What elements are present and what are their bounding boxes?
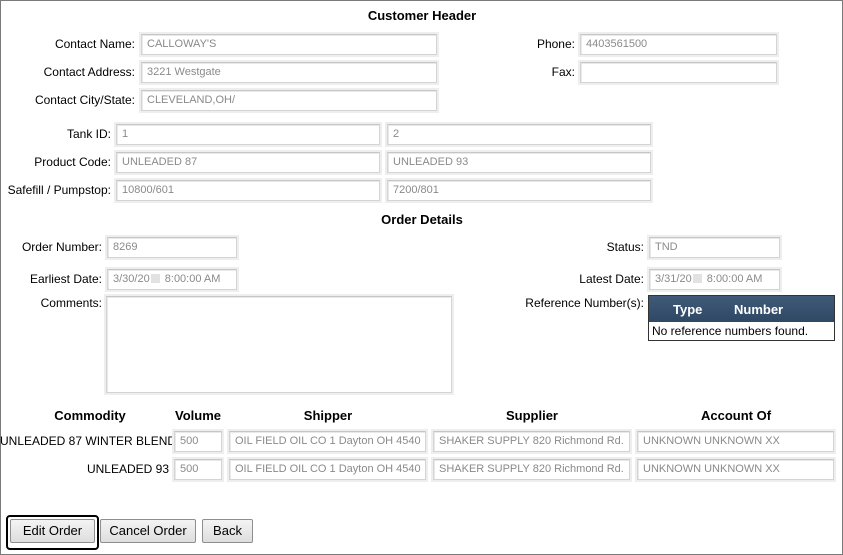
volume-row-2-field[interactable]: 500 [174,459,222,480]
contact-name-label: Contact Name: [54,37,135,51]
order-number-label: Order Number: [21,240,102,254]
contact-address-field[interactable]: 3221 Westgate [141,62,437,83]
commodity-row-1-name: UNLEADED 87 WINTER BLEND [0,434,177,448]
reference-numbers-table: Type Number No reference numbers found. [648,295,835,341]
order-details-title: Order Details [381,212,463,227]
safefill-pumpstop-label: Safefill / Pumpstop: [7,183,111,197]
product-code-1-field[interactable]: UNLEADED 87 [116,152,380,173]
volume-header: Volume [175,408,221,423]
back-button[interactable]: Back [202,519,253,543]
commodity-row-2-name: UNLEADED 93 [86,462,169,476]
account-of-row-1-field[interactable]: UNKNOWN UNKNOWN XX [637,431,834,452]
contact-city-state-field[interactable]: CLEVELAND,OH/ [141,90,437,111]
phone-field[interactable]: 4403561500 [580,34,777,55]
supplier-row-2-field[interactable]: SHAKER SUPPLY 820 Richmond Rd. [433,459,630,480]
earliest-time-value: 8:00:00 AM [164,273,221,285]
latest-date-value: 3/31/20 [655,273,692,285]
account-of-header: Account Of [700,408,772,423]
volume-row-1-field[interactable]: 500 [174,431,222,452]
latest-time-value: 8:00:00 AM [706,273,763,285]
commodity-header: Commodity [54,408,126,423]
comments-textarea[interactable] [106,296,452,393]
reference-table-header: Type Number [649,296,834,322]
supplier-header: Supplier [505,408,558,423]
earliest-date-field[interactable]: 3/30/20 8:00:00 AM [107,269,237,290]
tank-id-2-field[interactable]: 2 [387,124,651,145]
reference-table-empty: No reference numbers found. [652,324,809,338]
latest-date-label: Latest Date: [579,272,644,286]
supplier-row-1-field[interactable]: SHAKER SUPPLY 820 Richmond Rd. [433,431,630,452]
tank-id-label: Tank ID: [66,127,111,141]
masked-text [150,274,160,283]
reference-number-column[interactable]: Number [734,302,783,317]
tank-id-1-field[interactable]: 1 [116,124,380,145]
fax-field[interactable] [580,62,777,83]
shipper-row-2-field[interactable]: OIL FIELD OIL CO 1 Dayton OH 4540 [229,459,426,480]
order-number-field[interactable]: 8269 [107,237,237,258]
cancel-order-button[interactable]: Cancel Order [100,519,196,543]
earliest-date-value: 3/30/20 [113,273,150,285]
phone-label: Phone: [536,37,575,51]
shipper-row-1-field[interactable]: OIL FIELD OIL CO 1 Dayton OH 4540 [229,431,426,452]
account-of-row-2-field[interactable]: UNKNOWN UNKNOWN XX [637,459,834,480]
safefill-2-field[interactable]: 7200/801 [387,180,651,201]
masked-text [692,274,702,283]
fax-label: Fax: [551,65,575,79]
contact-city-state-label: Contact City/State: [34,93,135,107]
shipper-header: Shipper [303,408,353,423]
reference-type-column[interactable]: Type [673,302,702,317]
status-label: Status: [606,240,644,254]
product-code-label: Product Code: [34,155,111,169]
edit-order-button[interactable]: Edit Order [10,519,95,543]
contact-address-label: Contact Address: [43,65,135,79]
latest-date-field[interactable]: 3/31/20 8:00:00 AM [649,269,780,290]
status-field[interactable]: TND [649,237,780,258]
contact-name-field[interactable]: CALLOWAY'S [141,34,437,55]
product-code-2-field[interactable]: UNLEADED 93 [387,152,651,173]
comments-label: Comments: [40,296,102,310]
safefill-1-field[interactable]: 10800/601 [116,180,380,201]
earliest-date-label: Earliest Date: [29,272,102,286]
customer-header-title: Customer Header [367,8,477,23]
reference-numbers-label: Reference Number(s): [525,296,644,310]
